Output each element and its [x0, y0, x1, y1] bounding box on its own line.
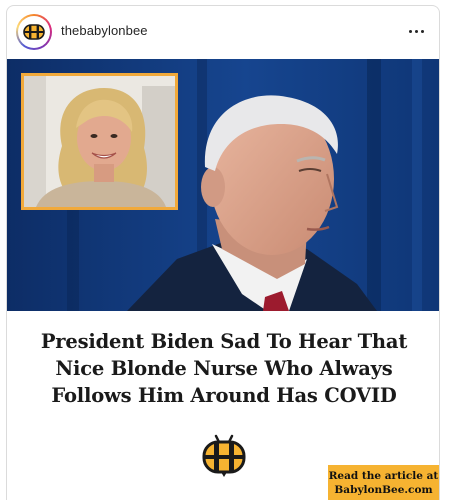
headline-line: Nice Blonde Nurse Who Always — [55, 357, 393, 380]
more-horizontal-icon — [408, 29, 412, 33]
badge-line-2: BabylonBee.com — [334, 484, 433, 496]
babylon-bee-logo-icon — [21, 19, 47, 45]
read-article-badge[interactable]: Read the article at BabylonBee.com — [328, 465, 439, 500]
article-headline: President Biden Sad To Hear That Nice Bl… — [7, 328, 439, 409]
post-header: thebabylonbee — [7, 6, 439, 58]
babylon-bee-logo-icon — [202, 434, 246, 477]
more-options-button[interactable] — [403, 18, 429, 44]
badge-line-1: Read the article at — [328, 470, 439, 482]
post-username[interactable]: thebabylonbee — [61, 23, 148, 38]
headline-line: Follows Him Around Has COVID — [51, 384, 397, 407]
instagram-post-card: thebabylonbee President Biden Sad To Hea… — [6, 5, 440, 500]
profile-avatar[interactable] — [16, 14, 52, 50]
more-dot — [420, 29, 424, 33]
nurse-photo — [24, 76, 175, 207]
post-photo[interactable] — [7, 59, 439, 311]
more-dot — [414, 29, 418, 33]
headline-line: President Biden Sad To Hear That — [40, 330, 408, 353]
inset-photo — [21, 73, 178, 210]
avatar-background — [18, 16, 50, 48]
